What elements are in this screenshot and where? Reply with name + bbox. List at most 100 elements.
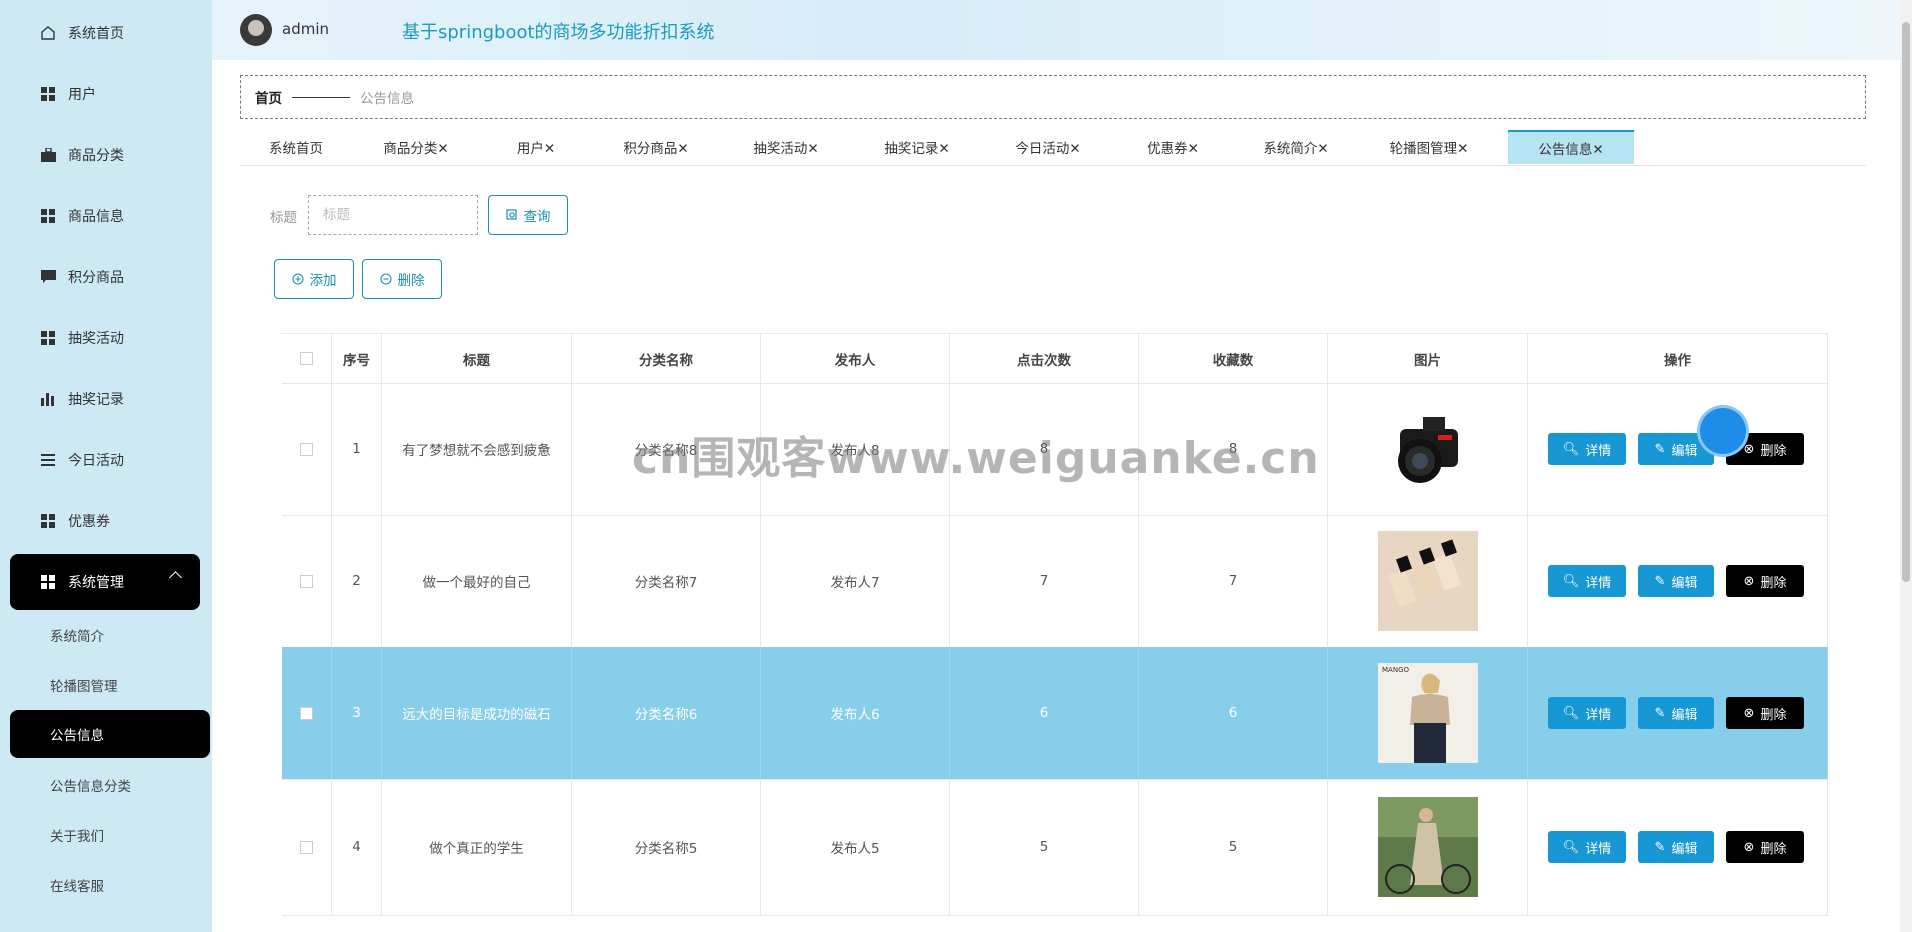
tab-home[interactable]: 系统首页 <box>240 130 352 164</box>
close-circle-icon: ⊗ <box>1743 573 1755 589</box>
tab-product-category[interactable]: 商品分类✕ <box>356 130 476 164</box>
sidebar-item-coupons[interactable]: 优惠券 <box>10 495 200 547</box>
sub-item-about-us[interactable]: 关于我们 <box>10 811 210 859</box>
sub-item-carousel[interactable]: 轮播图管理 <box>10 661 210 709</box>
row-checkbox[interactable] <box>300 840 313 854</box>
sidebar-item-label: 抽奖记录 <box>68 392 124 408</box>
table-row[interactable]: 4 做个真正的学生 分类名称5 发布人5 5 5 🔍︎ 详情 ✎ 编辑 ⊗ 删除 <box>282 779 1828 916</box>
edit-label: 编辑 <box>1671 443 1698 459</box>
tab-system-intro[interactable]: 系统简介✕ <box>1236 130 1356 164</box>
edit-label: 编辑 <box>1671 707 1698 723</box>
delete-label: 删除 <box>1760 841 1787 857</box>
bicycle-image[interactable] <box>1377 797 1478 897</box>
header-favorites: 收藏数 <box>1139 334 1328 383</box>
sidebar-item-home[interactable]: 系统首页 <box>10 7 200 59</box>
username[interactable]: admin <box>282 20 329 38</box>
cell-clicks: 6 <box>950 647 1139 779</box>
cell-author: 发布人6 <box>761 647 950 779</box>
delete-label: 删除 <box>1760 575 1787 591</box>
sidebar-item-lottery-records[interactable]: 抽奖记录 <box>10 373 200 425</box>
sidebar-item-label: 用户 <box>68 87 96 103</box>
edit-button[interactable]: ✎ 编辑 <box>1638 565 1714 597</box>
scrollbar[interactable] <box>1900 0 1912 932</box>
sub-item-announcements[interactable]: 公告信息 <box>10 710 210 758</box>
close-circle-icon: ⊗ <box>1743 839 1755 855</box>
tab-lottery-records[interactable]: 抽奖记录✕ <box>857 130 977 164</box>
tab-coupons[interactable]: 优惠券✕ <box>1118 130 1228 164</box>
sidebar-item-product-info[interactable]: 商品信息 <box>10 190 200 242</box>
cell-title: 有了梦想就不会感到疲惫 <box>382 383 572 515</box>
search-button[interactable]: 查询 <box>488 195 568 235</box>
edit-button[interactable]: ✎ 编辑 <box>1638 831 1714 863</box>
cell-clicks: 7 <box>950 515 1139 647</box>
detail-button[interactable]: 🔍︎ 详情 <box>1548 831 1626 863</box>
tab-users[interactable]: 用户✕ <box>486 130 586 164</box>
cell-author: 发布人7 <box>761 515 950 647</box>
pencil-icon: ✎ <box>1654 441 1666 457</box>
cell-title: 做个真正的学生 <box>382 779 572 915</box>
cosmetics-image[interactable] <box>1377 531 1478 631</box>
tab-announcements[interactable]: 公告信息✕ <box>1508 130 1634 164</box>
delete-button[interactable]: ⊗ 删除 <box>1726 565 1804 597</box>
batch-delete-button[interactable]: 删除 <box>362 259 442 299</box>
sidebar-item-lottery[interactable]: 抽奖活动 <box>10 312 200 364</box>
detail-button[interactable]: 🔍︎ 详情 <box>1548 565 1626 597</box>
row-select-cell <box>282 647 332 779</box>
search-input[interactable] <box>308 195 478 235</box>
row-checkbox[interactable] <box>300 706 313 720</box>
sidebar-item-users[interactable]: 用户 <box>10 68 200 120</box>
edit-button[interactable]: ✎ 编辑 <box>1638 697 1714 729</box>
floating-assistant-button[interactable] <box>1700 408 1746 454</box>
row-checkbox[interactable] <box>300 442 313 456</box>
delete-button[interactable]: ⊗ 删除 <box>1726 697 1804 729</box>
pencil-icon: ✎ <box>1654 573 1666 589</box>
sidebar-item-system-management[interactable]: 系统管理 <box>10 554 200 610</box>
sub-item-announcement-category[interactable]: 公告信息分类 <box>10 761 210 809</box>
row-checkbox[interactable] <box>300 574 313 588</box>
cell-image <box>1328 779 1528 915</box>
tab-points-products[interactable]: 积分商品✕ <box>596 130 716 164</box>
fashion-image[interactable]: MANGO <box>1377 663 1478 763</box>
pencil-icon: ✎ <box>1654 705 1666 721</box>
header-image: 图片 <box>1328 334 1528 383</box>
cell-index: 2 <box>332 515 382 647</box>
search-icon: 🔍︎ <box>1562 705 1580 721</box>
cell-category: 分类名称6 <box>572 647 761 779</box>
cell-image <box>1328 515 1528 647</box>
chat-icon <box>40 269 56 285</box>
search-label: 标题 <box>270 210 297 226</box>
table-row-selected[interactable]: 3 远大的目标是成功的磁石 分类名称6 发布人6 6 6 MANGO 🔍︎ 详情 … <box>282 647 1828 780</box>
edit-label: 编辑 <box>1671 575 1698 591</box>
detail-button[interactable]: 🔍︎ 详情 <box>1548 433 1626 465</box>
grid-icon <box>40 86 56 102</box>
sidebar-item-today-activity[interactable]: 今日活动 <box>10 434 200 486</box>
scrollbar-thumb[interactable] <box>1902 22 1910 582</box>
chevron-up-icon <box>169 571 182 584</box>
plus-circle-icon <box>291 273 304 285</box>
sidebar-item-product-category[interactable]: 商品分类 <box>10 129 200 181</box>
tab-carousel[interactable]: 轮播图管理✕ <box>1366 130 1492 164</box>
avatar[interactable] <box>240 14 272 46</box>
row-select-cell <box>282 779 332 915</box>
cell-index: 3 <box>332 647 382 779</box>
breadcrumb-home[interactable]: 首页 <box>255 87 282 107</box>
delete-button[interactable]: ⊗ 删除 <box>1726 831 1804 863</box>
sidebar-item-points-products[interactable]: 积分商品 <box>10 251 200 303</box>
select-all-checkbox[interactable] <box>300 352 313 365</box>
tab-today-activity[interactable]: 今日活动✕ <box>988 130 1108 164</box>
minus-circle-icon <box>379 273 392 285</box>
header-actions: 操作 <box>1528 334 1828 383</box>
table-row[interactable]: 2 做一个最好的自己 分类名称7 发布人7 7 7 🔍︎ 详情 ✎ 编辑 ⊗ 删除 <box>282 515 1828 648</box>
camera-image[interactable] <box>1377 399 1478 499</box>
sidebar-item-label: 积分商品 <box>68 270 124 286</box>
grid-icon <box>40 513 56 529</box>
detail-label: 详情 <box>1585 443 1612 459</box>
detail-button[interactable]: 🔍︎ 详情 <box>1548 697 1626 729</box>
cell-author: 发布人5 <box>761 779 950 915</box>
sub-item-online-service[interactable]: 在线客服 <box>10 861 210 909</box>
sub-item-system-intro[interactable]: 系统简介 <box>10 611 210 659</box>
header-author: 发布人 <box>761 334 950 383</box>
tab-lottery[interactable]: 抽奖活动✕ <box>726 130 846 164</box>
add-button-label: 添加 <box>309 273 337 289</box>
add-button[interactable]: 添加 <box>274 259 354 299</box>
